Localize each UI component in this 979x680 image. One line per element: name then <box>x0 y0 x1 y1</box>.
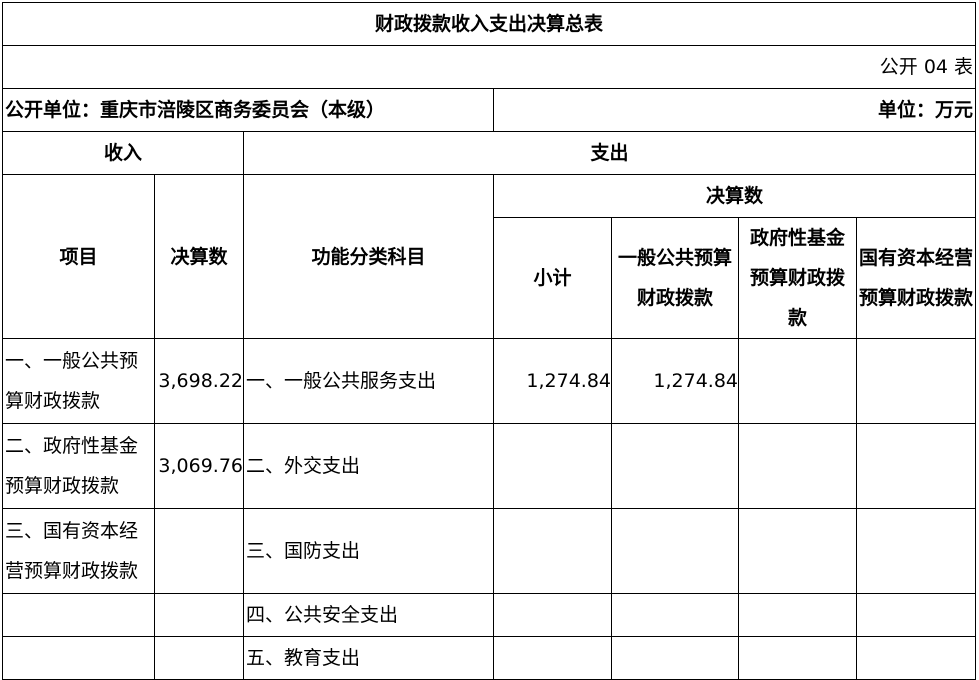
header-expense: 支出 <box>242 131 977 175</box>
subtotal-value <box>493 593 612 637</box>
income-item: 三、国有资本经营预算财政拨款 <box>2 508 155 594</box>
subtotal-value: 1,274.84 <box>493 338 612 424</box>
unit-label: 单位：万元 <box>492 88 977 132</box>
subtotal-value <box>493 423 612 509</box>
header-state-capital-budget: 国有资本经营预算财政拨款 <box>855 217 977 339</box>
gov-fund-value <box>738 593 857 637</box>
subtotal-value <box>493 508 612 594</box>
table-number: 公开 04 表 <box>1 45 977 89</box>
state-capital-value <box>855 423 977 509</box>
table-row: 五、教育支出 <box>2 636 977 680</box>
state-capital-value <box>855 338 977 424</box>
func-category: 五、教育支出 <box>243 636 494 680</box>
subtotal-value <box>493 636 612 680</box>
general-budget-value: 1,274.84 <box>611 338 739 424</box>
table-row: 一、一般公共预算财政拨款 3,698.22 一、一般公共服务支出 1,274.8… <box>2 338 977 424</box>
gov-fund-value <box>738 636 857 680</box>
func-category: 四、公共安全支出 <box>243 593 494 637</box>
header-final-amount: 决算数 <box>492 174 977 218</box>
general-budget-value <box>611 423 739 509</box>
header-subtotal: 小计 <box>493 217 612 339</box>
func-category: 二、外交支出 <box>243 423 494 509</box>
header-func-category: 功能分类科目 <box>243 174 494 339</box>
header-general-budget: 一般公共预算财政拨款 <box>611 217 739 339</box>
income-item: 二、政府性基金预算财政拨款 <box>2 423 155 509</box>
gov-fund-value <box>738 508 857 594</box>
general-budget-value <box>611 636 739 680</box>
income-amount <box>154 593 244 637</box>
final-accounts-table: 财政拨款收入支出决算总表 公开 04 表 公开单位：重庆市涪陵区商务委员会（本级… <box>1 2 977 680</box>
header-amount: 决算数 <box>154 174 244 339</box>
func-category: 三、国防支出 <box>243 508 494 594</box>
general-budget-value <box>611 593 739 637</box>
income-amount: 3,698.22 <box>154 338 244 424</box>
gov-fund-value <box>738 423 857 509</box>
income-amount: 3,069.76 <box>154 423 244 509</box>
budget-sheet: 财政拨款收入支出决算总表 公开 04 表 公开单位：重庆市涪陵区商务委员会（本级… <box>0 0 979 680</box>
table-row: 三、国有资本经营预算财政拨款 三、国防支出 <box>2 508 977 594</box>
income-amount <box>154 636 244 680</box>
func-category: 一、一般公共服务支出 <box>243 338 494 424</box>
income-item <box>2 593 155 637</box>
state-capital-value <box>855 508 977 594</box>
unit-organization: 公开单位：重庆市涪陵区商务委员会（本级） <box>2 88 494 132</box>
income-amount <box>154 508 244 594</box>
header-gov-fund-budget: 政府性基金预算财政拨款 <box>738 217 857 339</box>
income-item <box>2 636 155 680</box>
gov-fund-value <box>738 338 857 424</box>
table-row: 二、政府性基金预算财政拨款 3,069.76 二、外交支出 <box>2 423 977 509</box>
income-item: 一、一般公共预算财政拨款 <box>2 338 155 424</box>
header-income: 收入 <box>2 131 244 175</box>
table-row: 四、公共安全支出 <box>2 593 977 637</box>
header-item: 项目 <box>2 174 155 339</box>
state-capital-value <box>855 593 977 637</box>
table-title: 财政拨款收入支出决算总表 <box>1 2 977 46</box>
state-capital-value <box>855 636 977 680</box>
general-budget-value <box>611 508 739 594</box>
